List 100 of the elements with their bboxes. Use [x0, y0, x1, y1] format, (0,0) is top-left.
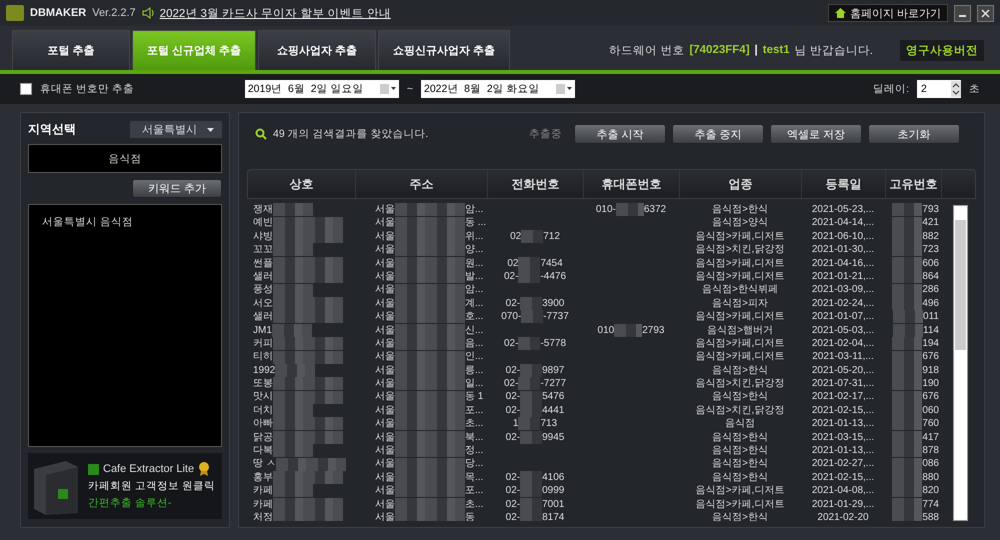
text-fragment: 1 — [512, 417, 518, 431]
ad-line: 간편추출 솔루션- — [88, 496, 172, 510]
date-to-field[interactable]: 2022년 8월 2일 화요일 — [420, 80, 575, 98]
redaction-mosaic — [520, 498, 542, 511]
table-cell: 774 — [922, 498, 939, 511]
table-cell: 음식점>한식뷔페 — [702, 283, 778, 297]
text-fragment: 서울 — [375, 203, 395, 216]
table-cell: 예빈 — [253, 216, 273, 230]
table-cell: 음식점>피자 — [712, 296, 768, 310]
table-cell: 샐러 — [253, 310, 273, 324]
tab[interactable]: 쇼핑신규사업자 추출 — [378, 30, 510, 70]
text-fragment: 서울 — [375, 377, 395, 390]
table-cell: 190 — [922, 377, 939, 390]
checkbox[interactable] — [20, 83, 32, 95]
redaction-mosaic — [395, 337, 465, 350]
table-cell: 음식점>카페,디저트 — [696, 484, 784, 498]
text-fragment: 02- — [506, 390, 520, 404]
checkbox-label: 휴대폰 번호만 추출 — [40, 82, 134, 96]
keyword-item[interactable]: 서울특별시 음식점 — [39, 215, 211, 229]
text-fragment: 서울 — [375, 470, 395, 484]
table-cell: 060 — [922, 404, 939, 418]
text-fragment: 동 1 — [465, 390, 484, 404]
table-cell: 음식점>한식 — [712, 203, 768, 216]
table-cell: 음식점 — [725, 417, 755, 431]
tab[interactable]: 포털 추출 — [12, 30, 130, 70]
text-fragment: 일... — [465, 377, 484, 390]
redaction-mosaic — [892, 350, 922, 364]
table-cell: 맛시 — [253, 390, 273, 404]
text-fragment: 원... — [465, 256, 484, 270]
action-button[interactable]: 엑셀로 저장 — [770, 124, 862, 144]
column-header[interactable]: 업종 — [680, 170, 802, 198]
action-button[interactable]: 추출 중지 — [672, 124, 764, 144]
table-cell: 496 — [922, 296, 939, 310]
calendar-dropdown-icon — [380, 84, 396, 94]
table-cell: 2021-02-15,... — [812, 470, 874, 484]
redaction-mosaic — [616, 203, 644, 216]
table-cell: 086 — [922, 457, 939, 471]
close-icon[interactable] — [977, 4, 994, 22]
column-header[interactable]: 주소 — [356, 170, 488, 198]
redaction-mosaic — [518, 417, 540, 430]
text-fragment: 호... — [465, 310, 484, 324]
region-label: 지역선택 — [28, 121, 76, 138]
table-cell: 홍부 — [253, 470, 273, 484]
tab[interactable]: 쇼핑사업자 추출 — [258, 30, 376, 70]
text-fragment: 010- — [596, 203, 616, 216]
license-badge: 영구사용버전 — [900, 40, 984, 60]
table-cell: 2021-05-03,... — [812, 324, 874, 337]
redaction-mosaic — [893, 324, 924, 337]
redaction-mosaic — [395, 243, 465, 256]
text-fragment: 동 ... — [465, 216, 486, 230]
add-keyword-button[interactable]: 키워드 추가 — [132, 179, 222, 198]
text-fragment: 서울 — [375, 296, 395, 310]
region-dropdown[interactable]: 서울특별시 — [130, 121, 222, 138]
redaction-mosaic — [892, 390, 922, 404]
text-fragment: 02- — [504, 377, 518, 390]
text-fragment: 서울 — [375, 230, 395, 244]
text-fragment: 당... — [465, 457, 484, 471]
column-header[interactable]: 고유번호 — [886, 170, 942, 198]
table-cell: 2021-01-13,... — [812, 417, 874, 431]
table-cell: 음식점>한식 — [712, 390, 768, 404]
table-cell: 1992 — [253, 364, 276, 378]
minimize-icon[interactable] — [954, 4, 971, 22]
scrollbar[interactable] — [953, 205, 968, 521]
column-header[interactable]: 휴대폰번호 — [584, 170, 680, 198]
award-medal-icon — [198, 462, 210, 476]
table-cell: 417 — [922, 430, 939, 444]
column-header[interactable]: 상호 — [248, 170, 356, 198]
text-fragment: 02- — [506, 404, 520, 418]
delay-spinner[interactable]: 2 — [917, 80, 961, 98]
text-fragment: 712 — [543, 230, 560, 244]
column-header[interactable]: 등록일 — [802, 170, 886, 198]
redaction-mosaic — [395, 444, 465, 458]
homepage-button[interactable]: 홈페이지 바로가기 — [828, 4, 948, 22]
notice-link[interactable]: 2022년 3월 카드사 무이자 할부 이벤트 안내 — [160, 6, 391, 20]
table-cell: 676 — [922, 350, 939, 364]
result-summary: 49 개의 검색결과를 찾았습니다. — [273, 127, 428, 141]
action-button[interactable]: 추출 시작 — [574, 124, 666, 144]
text-fragment: -7737 — [543, 310, 569, 324]
action-button[interactable]: 초기화 — [868, 124, 960, 144]
text-fragment: 2793 — [642, 324, 664, 337]
text-fragment: 02- — [506, 484, 520, 498]
text-fragment: 0999 — [542, 484, 564, 498]
text-fragment: 010 — [598, 324, 614, 337]
table-cell: 2021-01-13,... — [812, 444, 874, 458]
text-fragment: 02- — [506, 498, 520, 511]
text-fragment: 서울 — [375, 417, 395, 431]
speaker-icon — [142, 7, 154, 19]
table-cell: 878 — [922, 444, 939, 458]
date-from-field[interactable]: 2019년 6월 2일 일요일 — [244, 80, 399, 98]
text-fragment: 7454 — [540, 256, 563, 270]
text-fragment: 암... — [465, 203, 484, 216]
greeting-text: 님 반갑습니다. — [794, 44, 873, 58]
redaction-mosaic — [521, 310, 544, 324]
keyword-field[interactable]: 음식점 — [28, 144, 222, 173]
redaction-mosaic — [614, 324, 642, 337]
table-cell: 2021-04-14,... — [812, 216, 874, 230]
text-fragment: 서울 — [375, 484, 395, 498]
table-cell: 꼬꼬 — [253, 243, 273, 257]
redaction-mosaic — [520, 484, 542, 498]
column-header[interactable]: 전화번호 — [488, 170, 584, 198]
